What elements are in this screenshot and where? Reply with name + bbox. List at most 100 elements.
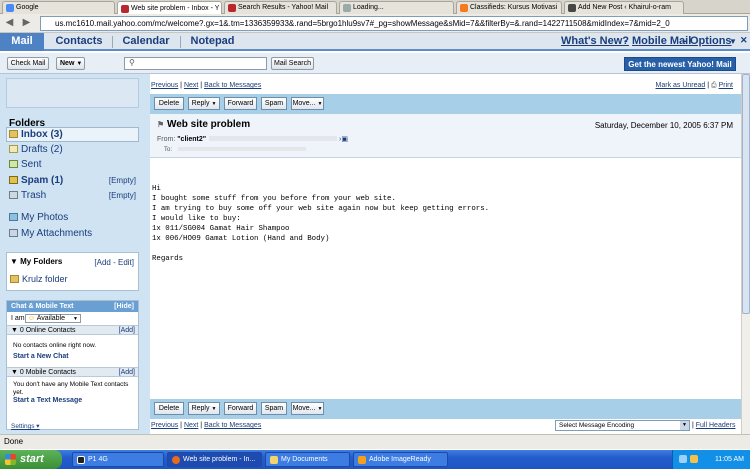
back-arrow-icon[interactable]: ◀ [3,17,16,30]
message-toolbar-top: Delete Reply ▼ Forward Spam Move... ▼ [150,94,741,114]
add-edit-folders-link[interactable]: [Add - Edit] [94,258,134,267]
folder-sent[interactable]: Sent [9,159,42,170]
next-link[interactable]: Next [184,82,198,89]
status-select[interactable]: ☺ Available ▼ [25,314,81,323]
message-date: Saturday, December 10, 2005 6:37 PM [594,121,733,130]
wordpress-favicon-icon [568,4,576,12]
forward-button[interactable]: Forward [224,402,257,415]
encoding-select[interactable]: Select Message Encoding ▼ [555,420,690,431]
chat-settings-link[interactable]: Settings ▾ [11,422,40,430]
mark-unread-link[interactable]: Mark as Unread [656,82,706,89]
message-subject: ⚑ Web site problem [157,119,251,130]
chevron-down-icon: ▼ [211,101,217,107]
check-mail-button[interactable]: Check Mail [7,57,49,70]
task-p1-4g[interactable]: P1 4G [72,452,164,467]
tray-app-icon[interactable] [690,455,698,463]
tab-mail[interactable]: Mail [0,33,44,51]
message-pane: Previous | Next | Back to Messages Mark … [150,74,741,434]
folder-krulz[interactable]: Krulz folder [10,274,68,284]
print-link[interactable]: Print [719,82,733,89]
link-separator: - [683,35,687,47]
presence-row: I am ☺ Available ▼ [7,312,138,325]
close-icon[interactable]: ✕ [740,35,748,46]
move-button[interactable]: Move... ▼ [291,402,324,415]
hide-chat-link[interactable]: [Hide] [114,301,134,312]
blogger-favicon-icon [460,4,468,12]
options-link[interactable]: Options [690,35,732,47]
mail-search-button[interactable]: Mail Search [271,57,314,70]
chat-panel-header: Chat & Mobile Text [Hide] [7,301,138,312]
previous-link[interactable]: Previous [151,422,178,429]
collapse-arrow-icon: ▼ [11,327,20,334]
empty-trash-link[interactable]: [Empty] [109,191,136,200]
full-headers-link[interactable]: Full Headers [696,422,736,429]
chat-panel: Chat & Mobile Text [Hide] I am ☺ Availabl… [6,300,139,430]
status-text: Done [4,437,24,446]
spam-button[interactable]: Spam [261,97,287,110]
browser-tab-search-results[interactable]: Search Results - Yahoo! Mail [224,1,337,14]
add-mobile-link[interactable]: [Add] [119,368,135,378]
reply-button[interactable]: Reply ▼ [188,97,220,110]
back-to-messages-link[interactable]: Back to Messages [204,422,261,429]
tab-calendar[interactable]: Calendar [117,33,175,51]
folder-trash[interactable]: Trash [9,190,46,201]
previous-link[interactable]: Previous [151,82,178,89]
add-contact-link[interactable]: [Add] [119,326,135,336]
tab-divider [112,36,113,48]
flag-icon[interactable]: ⚑ [157,120,164,129]
my-photos-link[interactable]: My Photos [9,212,68,223]
my-folders-title[interactable]: ▼ My Folders [10,257,62,266]
start-text-message-link[interactable]: Start a Text Message [7,397,138,404]
folder-drafts[interactable]: Drafts (2) [9,144,63,155]
spam-button[interactable]: Spam [261,402,287,415]
yahoo-top-nav: Mail Contacts Calendar Notepad What's Ne… [0,33,750,51]
my-attachments-link[interactable]: My Attachments [9,228,92,239]
delete-button[interactable]: Delete [154,402,184,415]
browser-tab-loading[interactable]: Loading... [339,1,454,14]
chevron-down-icon: ▼ [73,316,78,322]
tab-notepad[interactable]: Notepad [185,33,240,51]
chevron-down-icon: ▼ [76,61,83,67]
get-newest-mail-button[interactable]: Get the newest Yahoo! Mail [624,57,736,71]
inbox-icon [9,130,18,138]
folder-spam[interactable]: Spam (1) [9,175,63,186]
empty-spam-link[interactable]: [Empty] [109,176,136,185]
back-to-messages-link[interactable]: Back to Messages [204,82,261,89]
tab-contacts[interactable]: Contacts [50,33,108,51]
add-contact-icon[interactable]: ›▣ [339,136,348,143]
browser-tab-inbox[interactable]: Web site problem - Inbox - Y [117,1,222,15]
chevron-down-icon: ▼ [317,406,323,412]
clock: 11:05 AM [714,456,744,463]
whats-new-link[interactable]: What's New? [561,35,629,47]
task-imageready[interactable]: Adobe ImageReady [353,452,448,467]
task-my-documents[interactable]: My Documents [265,452,350,467]
move-button[interactable]: Move... ▼ [291,97,324,110]
start-chat-link[interactable]: Start a New Chat [7,353,138,367]
no-mobile-text: You don't have any Mobile Text contacts … [13,381,129,396]
browser-tab-google[interactable]: Google [2,1,115,14]
tray-network-icon[interactable] [679,455,687,463]
next-link[interactable]: Next [184,422,198,429]
browser-tab-classifieds[interactable]: Classifieds: Kursus Motivasi [456,1,562,14]
options-dropdown-icon[interactable]: ▼ [729,37,737,46]
task-firefox[interactable]: Web site problem - In... [167,452,262,467]
start-button[interactable]: start [0,450,62,469]
delete-button[interactable]: Delete [154,97,184,110]
scrollbar[interactable] [741,74,750,434]
forward-arrow-icon[interactable]: ▶ [20,17,33,30]
scrollbar-thumb[interactable] [742,74,750,314]
search-input[interactable]: ⚲ [124,57,267,70]
folder-inbox[interactable]: Inbox (3) [9,129,63,140]
browser-tab-add-new-post[interactable]: Add New Post ‹ Khairul-o-ram [564,1,684,14]
windows-logo-icon [5,454,16,465]
reply-button[interactable]: Reply ▼ [188,402,220,415]
print-icon: ⎙ [711,82,717,89]
collapse-arrow-icon: ▼ [11,369,20,376]
from-value[interactable]: "client2" [177,136,206,143]
url-input[interactable]: us.mc1610.mail.yahoo.com/mc/welcome?.gx=… [40,16,748,31]
new-button[interactable]: New ▼ [56,57,85,70]
chevron-down-icon: ▼ [680,421,689,430]
forward-button[interactable]: Forward [224,97,257,110]
collapse-arrow-icon: ▼ [10,257,21,266]
to-row: To: [164,147,306,153]
